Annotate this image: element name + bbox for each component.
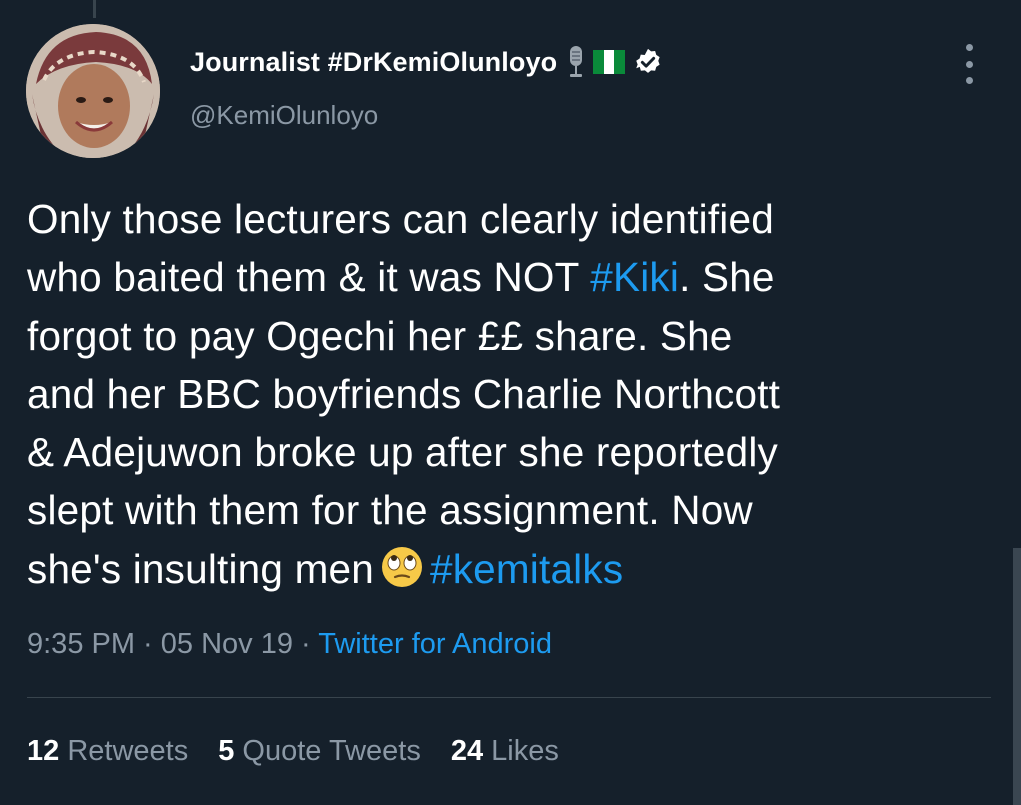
- verified-badge-icon: [636, 48, 660, 73]
- more-options-icon[interactable]: [958, 44, 980, 84]
- tweet-text-segment: slept with them for the assignment. Now: [27, 487, 753, 534]
- tweet-text-line: who baited them & it was NOT #Kiki. She: [27, 248, 987, 306]
- face-with-rolling-eyes-icon: [380, 545, 424, 604]
- tweet-metadata: 9:35 PM · 05 Nov 19 · Twitter for Androi…: [27, 628, 552, 661]
- author-handle[interactable]: @KemiOlunloyo: [190, 100, 378, 131]
- author-name-row: Journalist #DrKemiOlunloyo: [190, 42, 663, 82]
- tweet-text-line: slept with them for the assignment. Now: [27, 481, 987, 539]
- tweet-text-segment: forgot to pay Ogechi her ££ share. She: [27, 312, 733, 359]
- thread-connector-line: [93, 0, 96, 18]
- tweet-text-segment: & Adejuwon broke up after she reportedly: [27, 429, 778, 476]
- microphone-icon: [570, 46, 583, 77]
- tweet-text-line: forgot to pay Ogechi her ££ share. She: [27, 307, 987, 365]
- author-display-name[interactable]: Journalist #DrKemiOlunloyo: [190, 47, 557, 78]
- retweets-stat[interactable]: 12 Retweets: [27, 735, 188, 768]
- tweet-text-segment: . She: [679, 254, 775, 301]
- hashtag-link[interactable]: #Kiki: [590, 254, 679, 300]
- tweet-text-line: Only those lecturers can clearly identif…: [27, 190, 987, 248]
- scrollbar-thumb[interactable]: [1013, 548, 1021, 805]
- tweet-text-line: & Adejuwon broke up after she reportedly: [27, 423, 987, 481]
- tweet-text-segment: and her BBC boyfriends Charlie Northcott: [27, 370, 781, 417]
- nigeria-flag-icon: [593, 50, 626, 74]
- likes-stat[interactable]: 24 Likes: [451, 735, 559, 768]
- tweet-text-line: she's insulting men #kemitalks: [27, 540, 987, 604]
- tweet-text-segment: who baited them & it was NOT: [27, 254, 591, 301]
- tweet-stats: 12 Retweets 5 Quote Tweets 24 Likes: [27, 735, 559, 768]
- avatar-photo: [26, 24, 160, 158]
- tweet-date[interactable]: 05 Nov 19: [161, 628, 293, 660]
- avatar[interactable]: [26, 24, 160, 158]
- tweet-text-segment: Only those lecturers can clearly identif…: [27, 196, 774, 242]
- quote-tweets-stat[interactable]: 5 Quote Tweets: [218, 735, 421, 768]
- tweet-text-line: and her BBC boyfriends Charlie Northcott: [27, 365, 987, 423]
- hashtag-link[interactable]: #kemitalks: [430, 546, 623, 592]
- meta-separator: ·: [135, 628, 161, 660]
- author-badges: [567, 45, 663, 79]
- tweet-text: Only those lecturers can clearly identif…: [27, 190, 987, 604]
- tweet-text-segment: she's insulting men: [27, 545, 374, 592]
- tweet-source-link[interactable]: Twitter for Android: [318, 628, 552, 660]
- tweet-time[interactable]: 9:35 PM: [27, 628, 135, 660]
- divider: [27, 697, 991, 698]
- meta-separator: ·: [292, 628, 319, 660]
